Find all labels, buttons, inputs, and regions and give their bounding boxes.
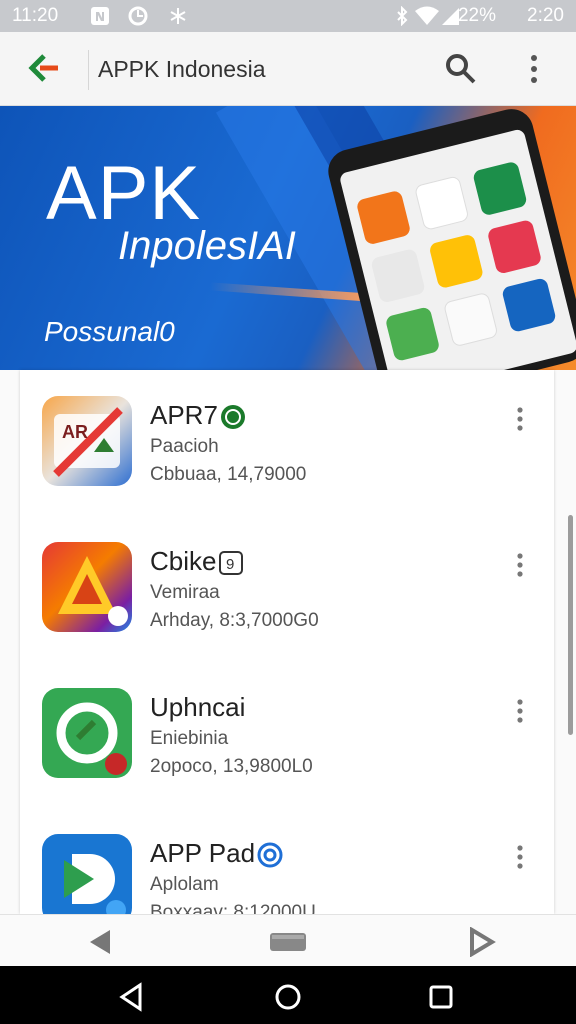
notification-n-icon <box>91 7 109 25</box>
app-developer: Paacioh <box>150 436 219 457</box>
app-name: Uphncai <box>150 692 246 722</box>
tabs-icon[interactable] <box>268 927 308 957</box>
app-name: Cbike <box>150 546 217 576</box>
system-recents-icon[interactable] <box>426 982 456 1012</box>
app-bar: APPK Indonesia <box>0 32 576 106</box>
banner-subheadline: InpolesIAI <box>118 224 296 268</box>
app-icon <box>42 688 132 778</box>
verified-badge-icon <box>219 404 246 431</box>
app-developer: Vemiraa <box>150 582 220 603</box>
app-tile <box>472 160 528 217</box>
list-item[interactable]: APP Pad Aplolam Boxxaav: 8:12000U <box>20 808 554 914</box>
system-nav-bar <box>0 966 576 1024</box>
app-name: APR7 <box>150 400 218 430</box>
web-nav-bar <box>0 914 576 966</box>
app-tile <box>384 306 441 362</box>
app-meta: Arhday, 8:3,7000G0 <box>150 610 319 631</box>
cast-icon <box>170 8 186 24</box>
phone-screen <box>338 128 576 370</box>
page-title: APPK Indonesia <box>98 56 266 82</box>
app-tile <box>442 291 499 348</box>
status-time: 11:20 <box>12 5 59 26</box>
promo-banner[interactable]: APK InpolesIAI Possunal0 <box>0 106 576 370</box>
app-icon <box>42 834 132 914</box>
row-more-icon[interactable] <box>510 406 530 432</box>
sync-icon <box>128 6 148 26</box>
status-time-right: 2:20 <box>527 5 564 26</box>
back-arrow-icon[interactable] <box>26 50 62 86</box>
app-icon <box>42 542 132 632</box>
app-tile <box>355 189 412 246</box>
row-more-icon[interactable] <box>510 698 530 724</box>
system-home-icon[interactable] <box>273 982 303 1012</box>
app-meta: Boxxaav: 8:12000U <box>150 902 316 914</box>
bluetooth-icon <box>397 6 408 26</box>
svg-text:AR: AR <box>62 422 88 442</box>
app-tile <box>501 277 557 333</box>
nav-back-icon[interactable] <box>82 927 122 957</box>
app-tile <box>486 218 543 275</box>
app-developer: Aplolam <box>150 874 219 895</box>
app-tile <box>413 175 470 231</box>
row-more-icon[interactable] <box>510 552 530 578</box>
app-meta: 2opoco, 13,9800L0 <box>150 756 313 777</box>
status-bar: 11:20 22% 2:20 <box>0 0 576 32</box>
svg-text:9: 9 <box>226 556 234 573</box>
nav-forward-icon[interactable] <box>462 927 502 957</box>
wifi-icon <box>415 6 439 25</box>
badge-9-icon: 9 <box>219 551 244 576</box>
app-tile <box>428 233 485 290</box>
app-developer: Eniebinia <box>150 728 229 749</box>
battery-level: 22% <box>457 5 496 26</box>
system-back-icon[interactable] <box>116 982 146 1012</box>
app-meta: Cbbuaa, 14,79000 <box>150 464 307 485</box>
app-icon: AR <box>42 396 132 486</box>
app-list: AR APR7 Paacioh Cbbuaa, 14,79000 Cbike 9 … <box>20 370 554 914</box>
list-item[interactable]: Uphncai Eniebinia 2opoco, 13,9800L0 <box>20 662 554 808</box>
list-item[interactable]: AR APR7 Paacioh Cbbuaa, 14,79000 <box>20 370 554 516</box>
spiral-badge-icon <box>257 842 283 868</box>
app-name: APP Pad <box>150 838 256 868</box>
app-tile <box>370 247 426 304</box>
list-item[interactable]: Cbike 9 Vemiraa Arhday, 8:3,7000G0 <box>20 516 554 662</box>
banner-tagline: Possunal0 <box>44 316 175 347</box>
scrollbar[interactable] <box>568 515 573 735</box>
more-vert-icon[interactable] <box>520 52 548 86</box>
row-more-icon[interactable] <box>510 844 530 870</box>
app-bar-divider <box>88 50 89 90</box>
search-icon[interactable] <box>444 52 478 86</box>
